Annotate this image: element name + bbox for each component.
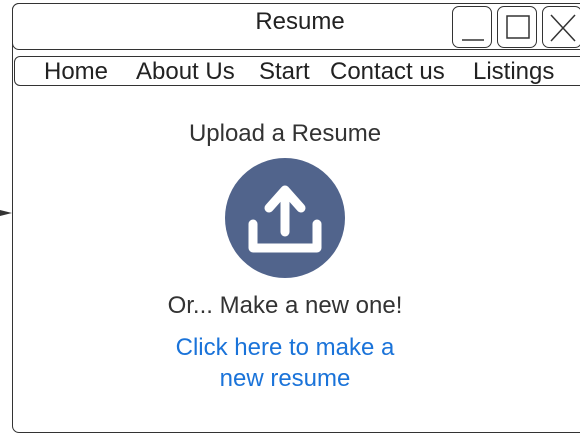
nav-item-about-us[interactable]: About Us	[136, 57, 235, 87]
minimize-icon	[462, 39, 484, 41]
close-icon	[550, 14, 576, 42]
minimize-button[interactable]	[452, 6, 492, 48]
make-new-resume-link[interactable]: Click here to make a new resume	[135, 332, 435, 394]
wireframe-canvas: Resume Home About Us Start Contact us Li…	[0, 0, 580, 435]
alternative-text: Or... Make a new one!	[167, 292, 403, 319]
nav-item-start[interactable]: Start	[259, 57, 310, 87]
upload-heading: Upload a Resume	[188, 120, 382, 147]
make-link-line-1[interactable]: Click here to make a	[135, 332, 435, 363]
window-title: Resume	[255, 8, 345, 35]
maximize-icon	[506, 15, 530, 39]
upload-button[interactable]	[225, 158, 345, 278]
nav-item-home[interactable]: Home	[44, 57, 108, 87]
nav-item-contact-us[interactable]: Contact us	[330, 57, 445, 87]
close-button[interactable]	[542, 6, 580, 48]
make-link-line-2[interactable]: new resume	[135, 363, 435, 394]
nav-item-listings[interactable]: Listings	[473, 57, 554, 87]
maximize-button[interactable]	[497, 6, 537, 48]
upload-icon	[248, 185, 322, 253]
